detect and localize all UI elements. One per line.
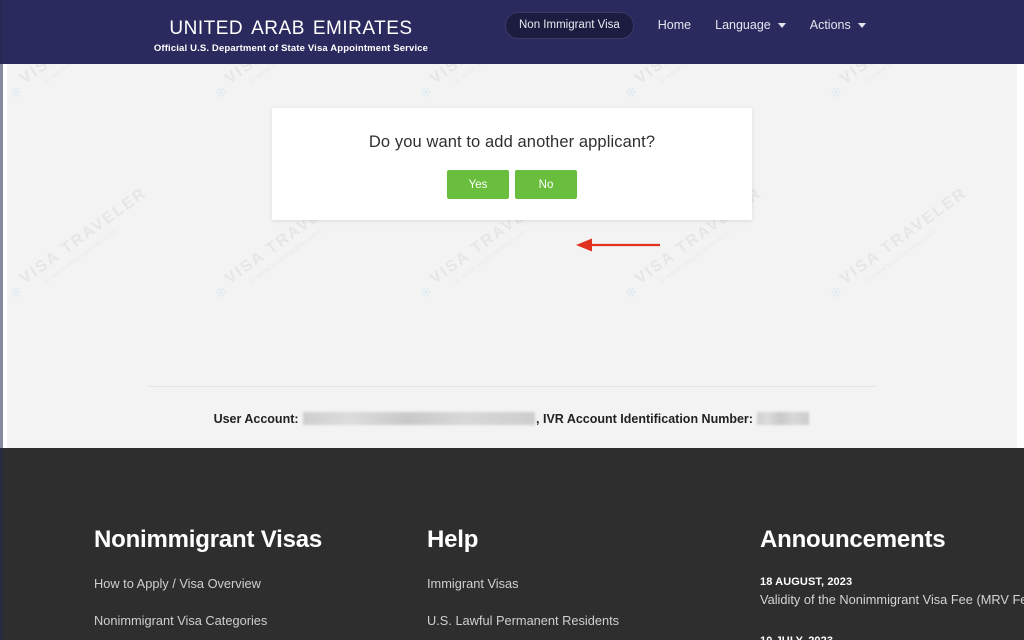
watermark-sub: © www.visatraveler.com	[43, 64, 156, 85]
chevron-down-icon	[857, 22, 866, 28]
watermark-main: VISA TRAVELER	[837, 64, 971, 89]
nav-pill-non-immigrant-visa[interactable]: Non Immigrant Visa	[505, 11, 634, 39]
watermark-sub: © www.visatraveler.com	[863, 228, 939, 286]
footer-heading: Nonimmigrant Visas	[94, 526, 323, 553]
watermark: ✻ VISA TRAVELER © www.visatraveler.com	[7, 184, 156, 302]
footer-column-announcements: Announcements 18 AUGUST, 2023 Validity o…	[760, 448, 1024, 640]
watermark-main: VISA TRAVELER	[222, 64, 356, 89]
watermark-mark: ✻	[827, 283, 846, 302]
brand-title: United Arab Emirates	[169, 10, 413, 40]
watermark-mark: ✻	[212, 283, 231, 302]
watermark-mark: ✻	[622, 283, 641, 302]
ivr-account-value-redacted	[757, 412, 810, 426]
footer-link-immigrant-visas[interactable]: Immigrant Visas	[427, 576, 747, 591]
nav-item-home[interactable]: Home	[634, 18, 691, 32]
watermark-main: VISA TRAVELER	[632, 64, 766, 89]
nav-item-language-label: Language	[715, 18, 771, 32]
page-right-edge	[1017, 64, 1024, 448]
watermark-main: VISA TRAVELER	[837, 184, 971, 288]
site-header: United Arab Emirates Official U.S. Depar…	[0, 0, 1024, 64]
watermark: ✻ VISA TRAVELER © www.visatraveler.com	[827, 184, 976, 302]
no-button[interactable]: No	[515, 170, 577, 199]
watermark: ✻ VISA TRAVELER © www.visatraveler.com	[417, 64, 566, 102]
watermark-mark: ✻	[212, 83, 231, 102]
footer-column-nonimmigrant-visas: Nonimmigrant Visas How to Apply / Visa O…	[94, 448, 414, 640]
watermark: ✻ VISA TRAVELER © www.visatraveler.com	[7, 64, 156, 102]
footer-column-help: Help Immigrant Visas U.S. Lawful Permane…	[427, 448, 747, 640]
watermark: ✻ VISA TRAVELER © www.visatraveler.com	[827, 64, 976, 102]
annotation-arrow-icon	[576, 238, 660, 252]
watermark-mark: ✻	[827, 83, 846, 102]
dialog-question: Do you want to add another applicant?	[368, 133, 656, 151]
site-footer: Nonimmigrant Visas How to Apply / Visa O…	[0, 448, 1024, 640]
user-account-label: User Account:	[213, 412, 299, 426]
yes-button[interactable]: Yes	[447, 170, 509, 199]
footer-link-how-to-apply[interactable]: How to Apply / Visa Overview	[94, 576, 414, 591]
content-divider	[148, 386, 877, 387]
watermark-sub: © www.visatraveler.com	[43, 228, 119, 286]
nav-item-home-label: Home	[657, 18, 692, 32]
watermark: ✻ VISA TRAVELER © www.visatraveler.com	[212, 64, 361, 102]
watermark-sub: © www.visatraveler.com	[863, 64, 976, 85]
browser-left-border	[0, 0, 3, 640]
watermark-mark: ✻	[417, 83, 436, 102]
watermark-main: VISA TRAVELER	[17, 64, 151, 89]
dialog-actions: Yes No	[272, 170, 752, 199]
brand-subtitle: Official U.S. Department of State Visa A…	[153, 43, 429, 54]
announcement-date: 10 JULY, 2023	[760, 635, 1024, 640]
footer-link-visa-categories[interactable]: Nonimmigrant Visa Categories	[94, 613, 414, 628]
watermark-mark: ✻	[7, 283, 26, 302]
footer-link-lawful-permanent-residents[interactable]: U.S. Lawful Permanent Residents	[427, 613, 747, 628]
nav-item-language[interactable]: Language	[691, 18, 786, 32]
watermark-main: VISA TRAVELER	[427, 64, 561, 89]
account-info-line: User Account: , IVR Account Identificati…	[7, 412, 1017, 426]
chevron-down-icon	[777, 22, 786, 28]
user-account-value-redacted	[303, 412, 536, 426]
nav-item-actions-label: Actions	[809, 18, 851, 32]
account-separator: ,	[536, 412, 540, 426]
watermark: ✻ VISA TRAVELER © www.visatraveler.com	[622, 64, 771, 102]
site-brand: United Arab Emirates Official U.S. Depar…	[146, 10, 436, 54]
page-root: United Arab Emirates Official U.S. Depar…	[0, 0, 1024, 640]
ivr-account-label: IVR Account Identification Number:	[542, 412, 753, 426]
announcement-date: 18 AUGUST, 2023	[760, 576, 853, 588]
footer-heading: Help	[427, 526, 479, 553]
watermark-mark: ✻	[7, 83, 26, 102]
watermark-sub: © www.visatraveler.com	[658, 64, 771, 85]
watermark-sub: © www.visatraveler.com	[248, 64, 361, 85]
add-applicant-dialog: Do you want to add another applicant? Ye…	[272, 108, 752, 220]
watermark-main: VISA TRAVELER	[17, 184, 151, 288]
nav-item-actions[interactable]: Actions	[786, 18, 866, 32]
footer-heading: Announcements	[760, 526, 946, 553]
main-content: ✻ VISA TRAVELER © www.visatraveler.com ✻…	[7, 64, 1017, 448]
main-navigation: Non Immigrant Visa Home Language Actions	[505, 11, 866, 39]
announcement-text[interactable]: Validity of the Nonimmigrant Visa Fee (M…	[760, 592, 1024, 607]
watermark-mark: ✻	[417, 283, 436, 302]
watermark-mark: ✻	[622, 83, 641, 102]
watermark-sub: © www.visatraveler.com	[453, 64, 566, 85]
